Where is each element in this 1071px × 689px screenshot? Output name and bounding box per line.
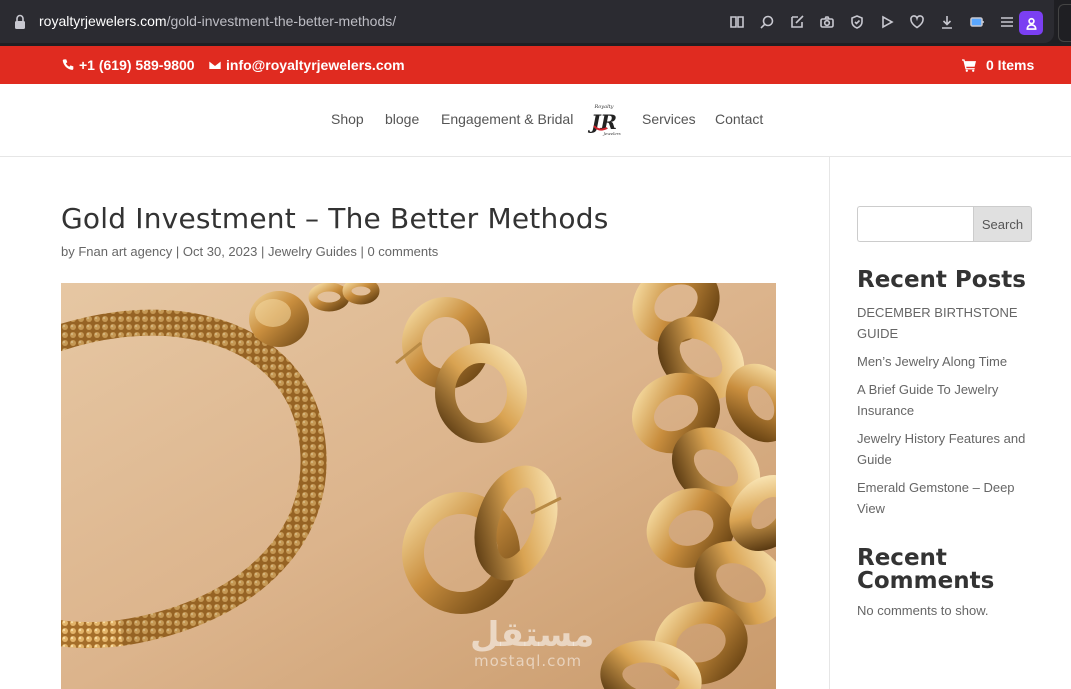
site-logo[interactable]: Royalty JR Jewelers [585,102,623,138]
cart-link[interactable]: 0 Items [962,57,1034,73]
no-comments-text: No comments to show. [857,603,989,618]
profile-icon[interactable] [1019,11,1043,35]
site-header: Shop bloge Engagement & Bridal Royalty J… [0,84,1071,157]
post-meta: by Fnan art agency | Oct 30, 2023 | Jewe… [61,244,439,259]
download-icon[interactable] [932,11,962,33]
post-author-link[interactable]: Fnan art agency [78,244,172,259]
heart-icon[interactable] [902,11,932,33]
sidebar-divider [829,157,830,689]
gold-jewelry-photo [61,283,776,689]
contact-bar: +1 (619) 589-9800 info@royaltyrjewelers.… [0,46,1071,84]
browser-toolbar [722,11,1022,33]
recent-post-link[interactable]: Men’s Jewelry Along Time [857,351,1032,372]
watermark-arabic: مستقل [470,615,595,655]
recent-post-link[interactable]: Emerald Gemstone – Deep View [857,477,1032,519]
post-comments-link[interactable]: 0 comments [367,244,438,259]
post-category-link[interactable]: Jewelry Guides [268,244,357,259]
sidebar-toggle[interactable] [1058,4,1071,42]
email-address: info@royaltyrjewelers.com [226,57,405,73]
cart-icon [962,59,976,72]
shield-icon[interactable] [842,11,872,33]
nav-shop[interactable]: Shop [331,111,364,127]
edit-icon[interactable] [782,11,812,33]
battery-icon[interactable] [962,11,992,33]
recent-post-link[interactable]: A Brief Guide To Jewelry Insurance [857,379,1032,421]
featured-image [61,283,776,689]
lock-icon [15,14,25,29]
url-domain: royaltyrjewelers.com [39,13,167,29]
recent-comments-title: Recent Comments [857,545,995,594]
recent-post-link[interactable]: Jewelry History Features and Guide [857,428,1032,470]
watermark-latin: mostaql.com [474,652,583,670]
reader-mode-icon[interactable] [722,11,752,33]
phone-link[interactable]: +1 (619) 589-9800 [61,57,195,73]
nav-blog[interactable]: bloge [385,111,419,127]
nav-contact[interactable]: Contact [715,111,763,127]
recent-post-link[interactable]: DECEMBER BIRTHSTONE GUIDE [857,302,1032,344]
phone-number: +1 (619) 589-9800 [79,57,195,73]
url-text[interactable]: royaltyrjewelers.com/gold-investment-the… [39,13,396,29]
recent-posts-list: DECEMBER BIRTHSTONE GUIDE Men’s Jewelry … [857,302,1032,526]
address-bar[interactable]: royaltyrjewelers.com/gold-investment-the… [0,0,1054,43]
meta-prefix: by [61,244,79,259]
nav-engagement-bridal[interactable]: Engagement & Bridal [441,111,573,127]
logo-bottom-text: Jewelers [602,131,620,136]
post-title: Gold Investment – The Better Methods [61,202,609,235]
zoom-icon[interactable] [752,11,782,33]
recent-posts-title: Recent Posts [857,267,1026,293]
post-date: Oct 30, 2023 [182,244,258,259]
email-link[interactable]: info@royaltyrjewelers.com [208,57,405,73]
menu-icon[interactable] [992,11,1022,33]
play-icon[interactable] [872,11,902,33]
browser-bar: royaltyrjewelers.com/gold-investment-the… [0,0,1071,46]
search-input[interactable] [857,206,974,242]
cart-count: 0 Items [986,57,1035,73]
camera-icon[interactable] [812,11,842,33]
phone-icon [62,59,74,70]
nav-services[interactable]: Services [642,111,696,127]
search-button[interactable]: Search [973,206,1032,242]
envelope-icon [208,60,222,70]
url-path: /gold-investment-the-better-methods/ [166,13,397,29]
